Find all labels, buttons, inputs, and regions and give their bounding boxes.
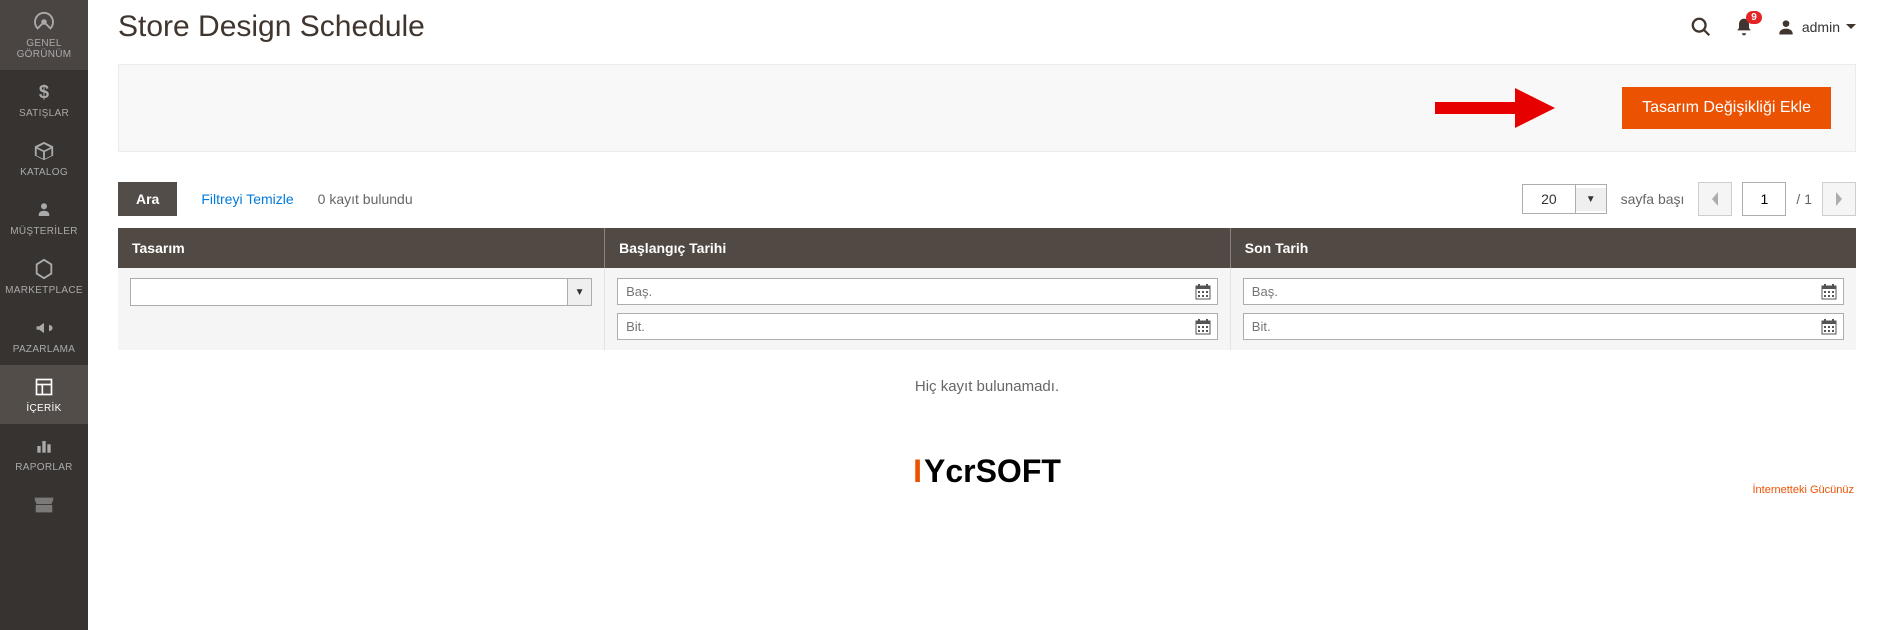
- main-content: Store Design Schedule 9 admin: [88, 0, 1886, 630]
- page-size-selector[interactable]: 20 ▼: [1522, 184, 1606, 214]
- next-page-button[interactable]: [1822, 182, 1856, 216]
- sidebar-label: MARKETPLACE: [5, 285, 83, 296]
- action-bar: Tasarım Değişikliği Ekle: [118, 64, 1856, 152]
- person-icon: [35, 198, 53, 222]
- reset-filter-link[interactable]: Filtreyi Temizle: [201, 191, 293, 207]
- records-count: 0 kayıt bulundu: [318, 191, 413, 207]
- sidebar-label: RAPORLAR: [15, 462, 72, 473]
- sidebar-item-reports[interactable]: RAPORLAR: [0, 424, 88, 483]
- user-menu[interactable]: admin: [1776, 17, 1856, 37]
- gauge-icon: [33, 10, 55, 34]
- calendar-icon[interactable]: [1815, 314, 1843, 339]
- chevron-down-icon: [1846, 22, 1856, 32]
- empty-row: Hiç kayıt bulunamadı.: [118, 350, 1856, 423]
- notification-badge: 9: [1746, 11, 1762, 24]
- user-label: admin: [1802, 19, 1840, 35]
- date-input-field[interactable]: [618, 279, 1189, 304]
- chevron-down-icon: ▼: [1576, 188, 1606, 211]
- dollar-icon: $: [34, 80, 54, 104]
- grid-toolbar: Ara Filtreyi Temizle 0 kayıt bulundu 20 …: [118, 182, 1856, 216]
- search-icon: [1690, 16, 1712, 38]
- filter-row: ▼: [118, 268, 1856, 350]
- date-from-end-input[interactable]: [617, 313, 1218, 340]
- top-actions: 9 admin: [1690, 16, 1856, 38]
- per-page-label: sayfa başı: [1621, 191, 1685, 207]
- search-button[interactable]: [1690, 16, 1712, 38]
- sidebar-item-marketing[interactable]: PAZARLAMA: [0, 306, 88, 365]
- column-header-design[interactable]: Tasarım: [118, 228, 605, 268]
- sidebar-item-customers[interactable]: MÜŞTERİLER: [0, 188, 88, 247]
- notifications-button[interactable]: 9: [1734, 17, 1754, 37]
- admin-sidebar: GENEL GÖRÜNÜM $ SATIŞLAR KATALOG MÜŞTERİ…: [0, 0, 88, 630]
- sidebar-item-dashboard[interactable]: GENEL GÖRÜNÜM: [0, 0, 88, 70]
- sidebar-label: KATALOG: [20, 167, 68, 178]
- chevron-right-icon: [1834, 192, 1844, 206]
- sidebar-label: MÜŞTERİLER: [10, 226, 77, 237]
- date-input-field[interactable]: [1244, 314, 1815, 339]
- calendar-icon[interactable]: [1815, 279, 1843, 304]
- sidebar-label: SATIŞLAR: [19, 108, 69, 119]
- sidebar-item-content[interactable]: İÇERİK: [0, 365, 88, 424]
- prev-page-button[interactable]: [1698, 182, 1732, 216]
- user-icon: [1776, 17, 1796, 37]
- date-input-field[interactable]: [1244, 279, 1815, 304]
- date-from-start-input[interactable]: [617, 278, 1218, 305]
- box-icon: [33, 139, 55, 163]
- sidebar-item-sales[interactable]: $ SATIŞLAR: [0, 70, 88, 129]
- layout-icon: [34, 375, 54, 399]
- sidebar-label: GENEL GÖRÜNÜM: [4, 38, 84, 60]
- hexagon-icon: [33, 257, 55, 281]
- logo-mark: I: [913, 453, 922, 490]
- top-bar: Store Design Schedule 9 admin: [118, 0, 1856, 64]
- chevron-down-icon: ▼: [567, 279, 591, 305]
- date-input-field[interactable]: [618, 314, 1189, 339]
- bars-icon: [34, 434, 54, 458]
- page-title: Store Design Schedule: [118, 10, 425, 44]
- chevron-left-icon: [1710, 192, 1720, 206]
- calendar-icon[interactable]: [1189, 314, 1217, 339]
- column-header-date-to[interactable]: Son Tarih: [1230, 228, 1856, 268]
- svg-text:$: $: [39, 82, 49, 102]
- sidebar-label: İÇERİK: [26, 403, 61, 414]
- footer-logo: I YcrSOFT İnternetteki Gücünüz: [118, 453, 1856, 496]
- sidebar-item-catalog[interactable]: KATALOG: [0, 129, 88, 188]
- pager: / 1: [1698, 182, 1856, 216]
- page-size-value: 20: [1523, 185, 1576, 213]
- select-value: [131, 279, 567, 305]
- stores-icon: [33, 493, 55, 517]
- column-header-date-from[interactable]: Başlangıç Tarihi: [605, 228, 1231, 268]
- logo-text: I YcrSOFT: [913, 453, 1061, 490]
- date-to-end-input[interactable]: [1243, 313, 1844, 340]
- add-design-change-button[interactable]: Tasarım Değişikliği Ekle: [1622, 87, 1831, 129]
- megaphone-icon: [33, 316, 55, 340]
- page-input[interactable]: [1742, 182, 1786, 216]
- search-button[interactable]: Ara: [118, 182, 177, 216]
- design-schedule-grid: Tasarım Başlangıç Tarihi Son Tarih ▼: [118, 228, 1856, 423]
- sidebar-item-stores[interactable]: [0, 483, 88, 531]
- logo-name: YcrSOFT: [924, 453, 1061, 490]
- empty-message: Hiç kayıt bulunamadı.: [118, 350, 1856, 423]
- arrow-annotation: [1435, 88, 1555, 128]
- total-pages: / 1: [1796, 191, 1812, 207]
- design-filter-select[interactable]: ▼: [130, 278, 592, 306]
- toolbar-right: 20 ▼ sayfa başı / 1: [1522, 182, 1856, 216]
- sidebar-item-marketplace[interactable]: MARKETPLACE: [0, 247, 88, 306]
- calendar-icon[interactable]: [1189, 279, 1217, 304]
- date-to-start-input[interactable]: [1243, 278, 1844, 305]
- sidebar-label: PAZARLAMA: [13, 344, 76, 355]
- toolbar-left: Ara Filtreyi Temizle 0 kayıt bulundu: [118, 182, 413, 216]
